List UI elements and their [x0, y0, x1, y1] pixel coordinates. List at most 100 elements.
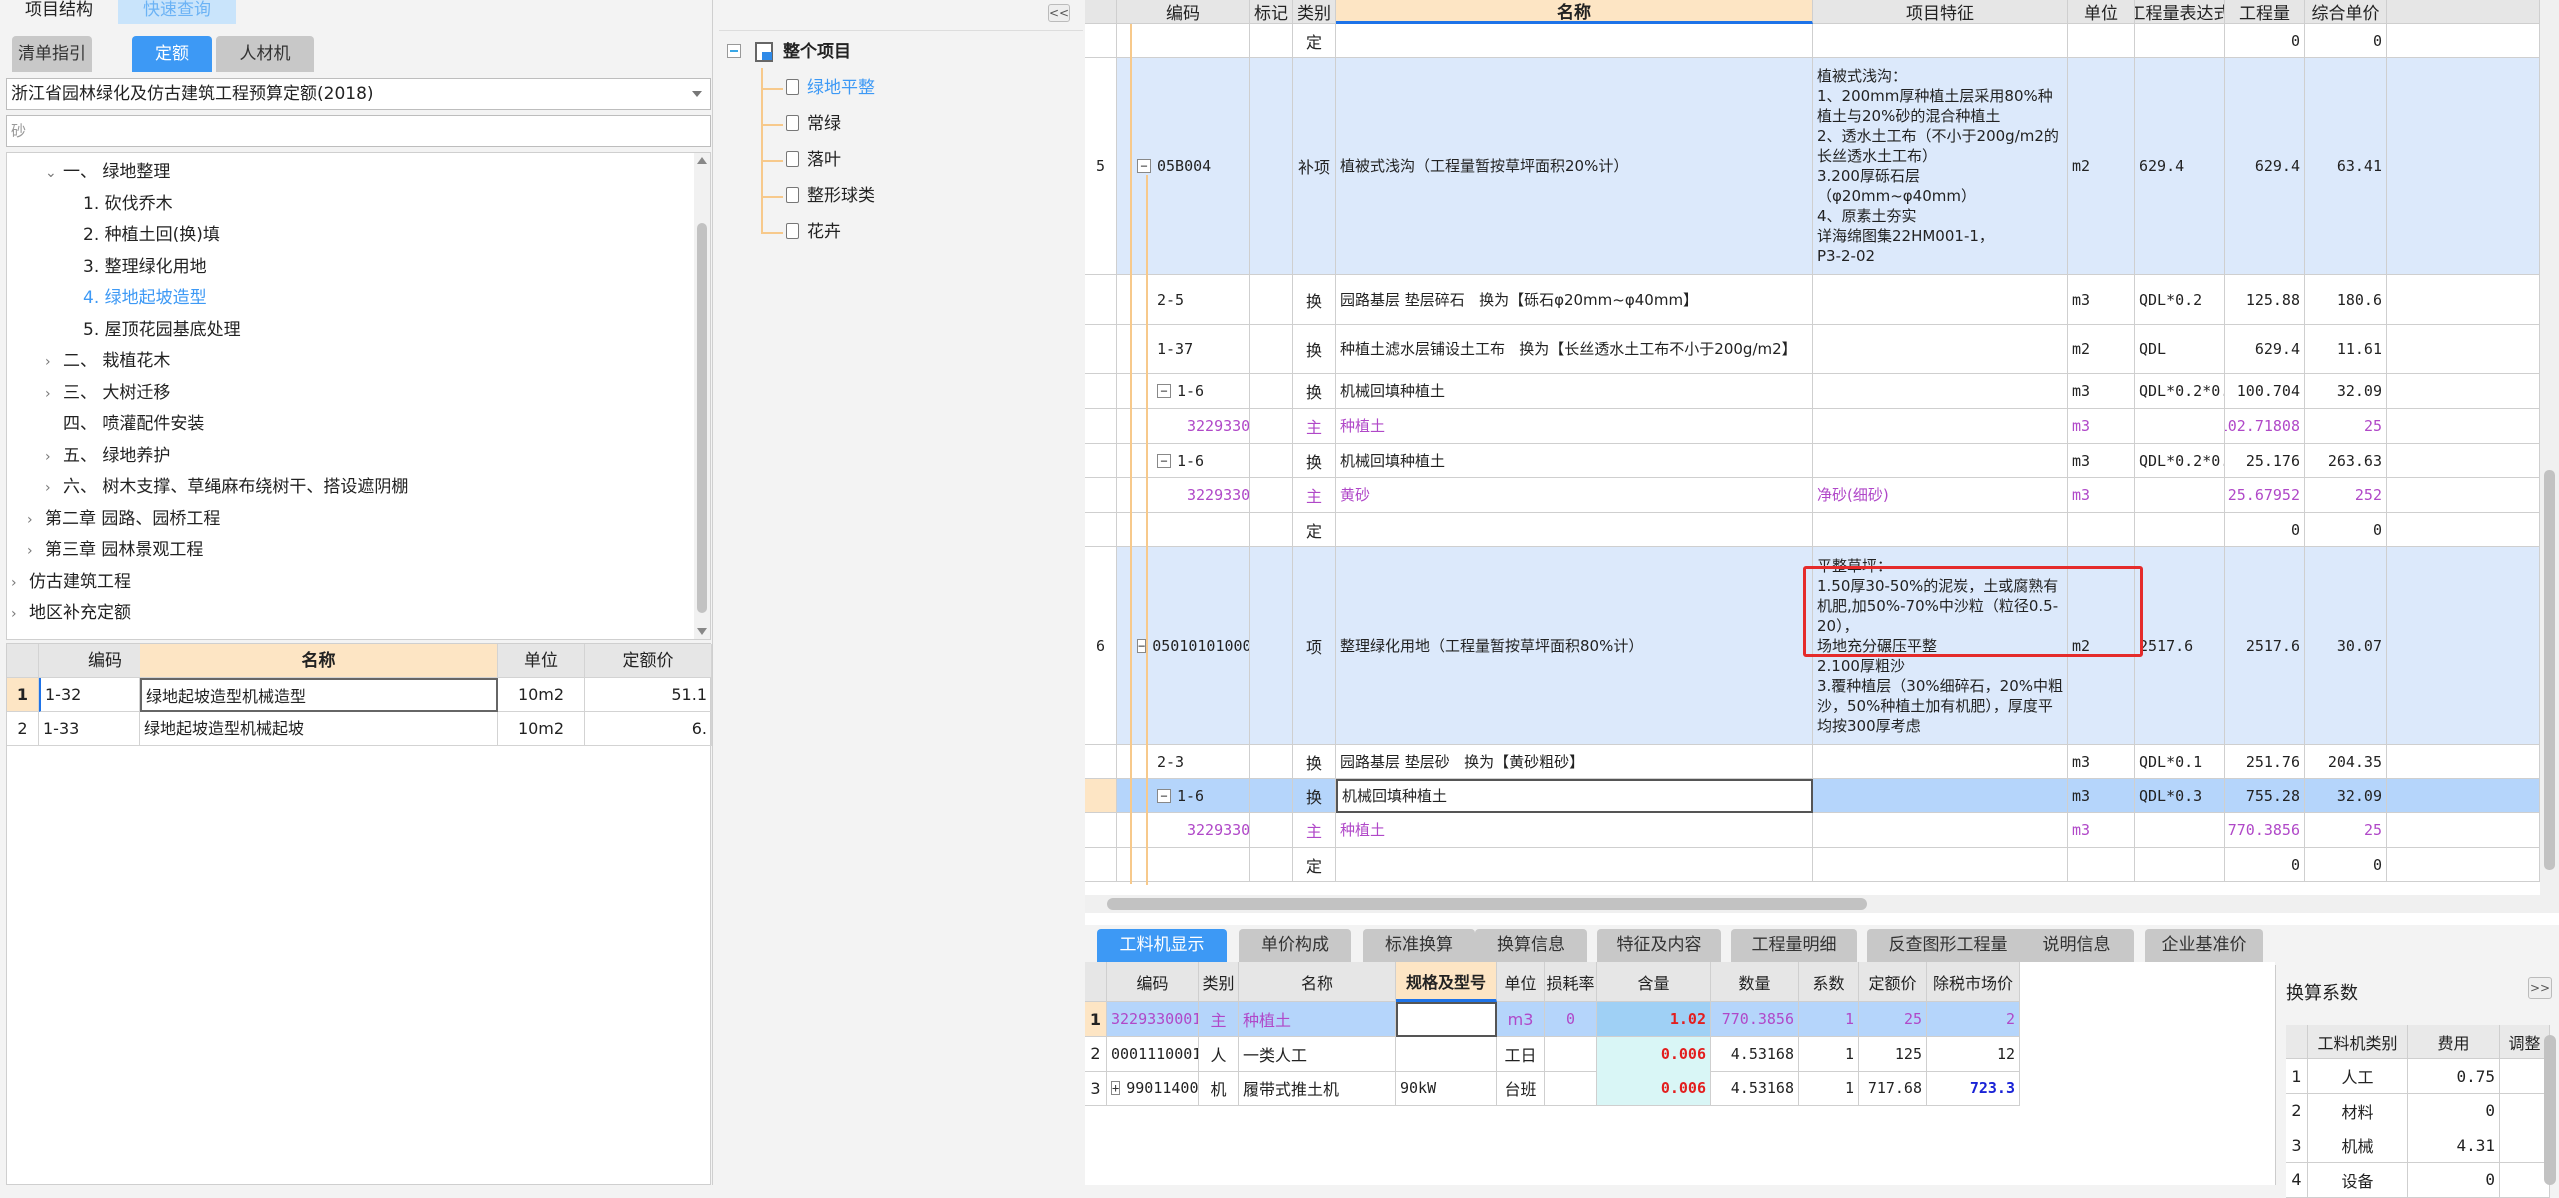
bgrid-cell-qty[interactable]: 4.53168 — [1711, 1036, 1799, 1072]
grid-cell-type[interactable]: 定 — [1293, 24, 1336, 58]
search-input[interactable]: 砂 — [6, 115, 711, 147]
grid-cell-type[interactable]: 主 — [1293, 813, 1336, 848]
scroll-up-icon[interactable] — [697, 157, 707, 164]
grid-cell-unit[interactable]: m3 — [2068, 374, 2135, 409]
bgrid-header[interactable]: 损耗率 — [1545, 962, 1597, 1002]
bgrid-header[interactable]: 编码 — [1107, 962, 1199, 1002]
bgrid-cell-loss[interactable] — [1545, 1071, 1597, 1106]
scroll-thumb[interactable] — [697, 223, 707, 613]
grid-cell-name[interactable]: 种植土 — [1336, 409, 1813, 444]
bgrid-header[interactable]: 除税市场价 — [1927, 962, 2020, 1002]
grid-cell-type[interactable]: 主 — [1293, 409, 1336, 444]
collapse-row-icon[interactable]: − — [1137, 638, 1147, 653]
grid-cell-unit[interactable]: m2 — [2068, 58, 2135, 275]
grid-cell-expr[interactable] — [2135, 24, 2225, 58]
bgrid-cell-market[interactable]: 12 — [1927, 1036, 2020, 1072]
subtab-quota[interactable]: 定额 — [132, 36, 212, 72]
quota-library-select[interactable]: 浙江省园林绿化及仿古建筑工程预算定额(2018) — [6, 78, 711, 110]
grid-cell-feature[interactable] — [1813, 813, 2068, 848]
bgrid-cell-content[interactable]: 1.02 — [1597, 1002, 1711, 1037]
grid-cell-feature[interactable] — [1813, 409, 2068, 444]
grid-cell-type[interactable]: 换 — [1293, 275, 1336, 325]
grid-cell-mark[interactable] — [1250, 409, 1293, 444]
grid-cell-name[interactable]: 植被式浅沟（工程量暂按草坪面积20%计） — [1336, 58, 1813, 275]
bgrid-cell-unit[interactable]: m3 — [1497, 1002, 1545, 1037]
grid-cell-feature[interactable] — [1813, 779, 2068, 813]
bgrid-cell-loss[interactable]: 0 — [1545, 1002, 1597, 1037]
tree-node[interactable]: 4. 绿地起坡造型 — [65, 283, 207, 313]
bgrid-cell-quota[interactable]: 717.68 — [1859, 1071, 1927, 1106]
bgrid-header[interactable]: 规格及型号 — [1396, 962, 1497, 1002]
tab-project-structure[interactable]: 项目结构 — [14, 0, 104, 24]
tree-node[interactable]: › 第三章 园林景观工程 — [27, 535, 203, 565]
grid-cell-name[interactable]: 园路基层 垫层砂 换为【黄砂粗砂】 — [1336, 745, 1813, 779]
bottom-tab[interactable]: 单价构成 — [1239, 929, 1351, 962]
grid-cell-expr[interactable]: QDL*0.2*0.2 — [2135, 444, 2225, 478]
bgrid-cell-qty[interactable]: 4.53168 — [1711, 1071, 1799, 1106]
bgrid-header[interactable]: 系数 — [1799, 962, 1859, 1002]
grid-cell-type[interactable]: 换 — [1293, 374, 1336, 409]
grid-cell-mark[interactable] — [1250, 547, 1293, 745]
bgrid-cell-qty[interactable]: 770.3856 — [1711, 1002, 1799, 1037]
bottom-tab[interactable]: 反查图形工程量 — [1867, 929, 2029, 962]
chevron-icon[interactable]: › — [45, 379, 63, 409]
grid-cell-feature[interactable]: 净砂(细砂) — [1813, 478, 2068, 513]
chevron-icon[interactable]: › — [45, 442, 63, 472]
grid-cell-name[interactable] — [1336, 24, 1813, 58]
chevron-icon[interactable]: › — [11, 599, 29, 629]
subtab-labor-material-machine[interactable]: 人材机 — [216, 36, 314, 72]
bgrid-header[interactable]: 定额价 — [1859, 962, 1927, 1002]
bgrid-cell-quota[interactable]: 25 — [1859, 1002, 1927, 1037]
grid-cell-mark[interactable] — [1250, 24, 1293, 58]
grid-cell-mark[interactable] — [1250, 745, 1293, 779]
tree-node[interactable]: 2. 种植土回(换)填 — [65, 220, 220, 250]
grid-cell-name[interactable]: 整理绿化用地（工程量暂按草坪面积80%计） — [1336, 547, 1813, 745]
qtable-header-price[interactable]: 定额价 — [585, 644, 712, 678]
bgrid-cell-content[interactable]: 0.006 — [1597, 1036, 1711, 1072]
tree-node[interactable]: › 六、 树木支撑、草绳麻布绕树干、搭设遮阴棚 — [45, 472, 408, 502]
grid-cell-mark[interactable] — [1250, 374, 1293, 409]
grid-horizontal-scrollbar[interactable] — [1085, 895, 2540, 913]
grid-header-1[interactable]: 编码 — [1117, 0, 1250, 24]
bgrid-cell-spec[interactable] — [1396, 1036, 1497, 1072]
bgrid-cell-code[interactable]: 0001110001 — [1107, 1036, 1199, 1072]
qtable-cell-name[interactable]: 绿地起坡造型机械造型 — [140, 678, 498, 712]
bgrid-header[interactable]: 类别 — [1199, 962, 1239, 1002]
bgrid-cell-spec[interactable]: 90kW — [1396, 1071, 1497, 1106]
grid-header-4[interactable]: 名称 — [1336, 0, 1813, 24]
bgrid-cell-type[interactable]: 主 — [1199, 1002, 1239, 1037]
grid-cell-code[interactable]: 2-5 — [1117, 275, 1250, 325]
grid-cell-mark[interactable] — [1250, 813, 1293, 848]
grid-cell-code[interactable] — [1117, 848, 1250, 882]
grid-header-3[interactable]: 类别 — [1293, 0, 1336, 24]
grid-cell-feature[interactable] — [1813, 275, 2068, 325]
tree-node[interactable]: › 地区补充定额 — [11, 598, 131, 628]
scroll-thumb[interactable] — [1107, 898, 1867, 910]
bgrid-cell-code[interactable]: 3229330001 — [1107, 1002, 1199, 1037]
grid-cell-expr[interactable]: QDL*0.3 — [2135, 779, 2225, 813]
expand-row-icon[interactable]: + — [1111, 1081, 1121, 1095]
grid-cell-type[interactable]: 换 — [1293, 325, 1336, 374]
tree-node[interactable]: 5. 屋顶花园基底处理 — [65, 315, 241, 345]
grid-cell-name[interactable]: 园路基层 垫层碎石 换为【砾石φ20mm~φ40mm】 — [1336, 275, 1813, 325]
grid-cell-mark[interactable] — [1250, 275, 1293, 325]
grid-cell-mark[interactable] — [1250, 325, 1293, 374]
grid-cell-expr[interactable] — [2135, 409, 2225, 444]
grid-cell-name[interactable]: 黄砂 — [1336, 478, 1813, 513]
conv-cell-fee[interactable]: 4.31 — [2408, 1128, 2500, 1163]
tree-node[interactable]: 3. 整理绿化用地 — [65, 252, 207, 282]
grid-cell-type[interactable]: 定 — [1293, 848, 1336, 882]
grid-cell-code[interactable]: −1-6 — [1117, 779, 1250, 813]
grid-cell-code[interactable]: 3229330001 — [1117, 813, 1250, 848]
grid-cell-feature[interactable]: 植被式浅沟： 1、200mm厚种植土层采用80%种植土与20%砂的混合种植土 2… — [1813, 58, 2068, 275]
grid-cell-feature[interactable] — [1813, 374, 2068, 409]
tree-node[interactable]: › 第二章 园路、园桥工程 — [27, 504, 220, 534]
tree-node[interactable]: 1. 砍伐乔木 — [65, 189, 173, 219]
grid-cell-unit[interactable] — [2068, 848, 2135, 882]
qtable-cell-code[interactable]: 1-33 — [39, 712, 140, 746]
grid-cell-feature[interactable] — [1813, 444, 2068, 478]
conv-cell-adjust[interactable] — [2500, 1128, 2550, 1163]
tree-node[interactable]: ⌄ 一、 绿地整理 — [45, 157, 170, 187]
grid-header-6[interactable]: 单位 — [2068, 0, 2135, 24]
tree-node[interactable]: 四、 喷灌配件安装 — [45, 409, 204, 439]
